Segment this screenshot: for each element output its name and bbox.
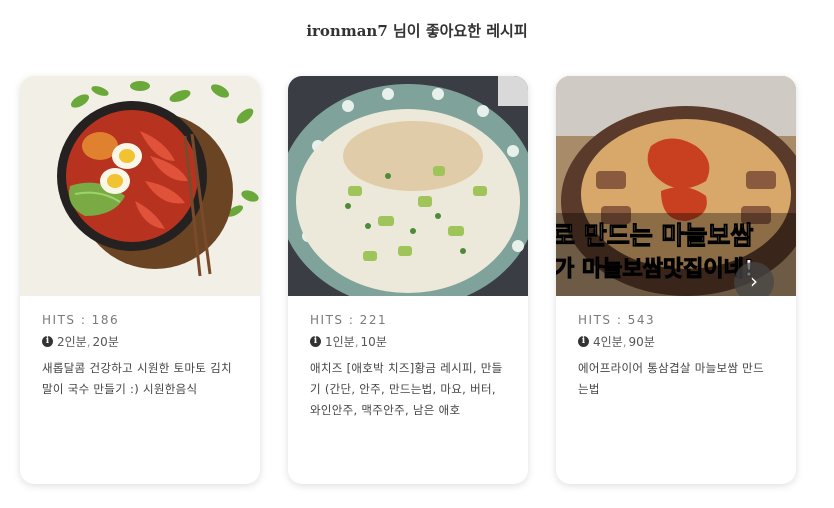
recipe-image[interactable] (20, 76, 260, 296)
recipe-image[interactable] (288, 76, 528, 296)
info-circle-icon: i (310, 336, 321, 347)
cook-time: 90분 (628, 335, 655, 349)
overlay-text-line2: 가 마늘보쌈맛집이네! (556, 257, 754, 282)
recipe-title[interactable]: 에어프라이어 통삼겹살 마늘보쌈 만드는법 (578, 358, 774, 421)
info-circle-icon: i (42, 336, 53, 347)
recipe-title[interactable]: 새롭달콤 건강하고 시원한 토마토 김치말이 국수 만들기 :) 시원한음식 (42, 358, 238, 421)
hits-count: HITS : 186 (42, 313, 120, 327)
recipe-image[interactable]: 로 만드는 마늘보쌈 가 마늘보쌈맛집이네! › (556, 76, 796, 296)
info-circle-icon: i (578, 336, 589, 347)
page-title: ironman7 님이 좋아요한 레시피 (306, 22, 528, 40)
hits-count: HITS : 543 (578, 313, 656, 327)
servings: 4인분 (593, 335, 623, 349)
servings: 2인분 (57, 335, 87, 349)
servings: 1인분 (325, 335, 355, 349)
overlay-text-line1: 로 만드는 마늘보쌈 (556, 221, 753, 250)
recipe-card[interactable]: HITS : 186 i 2인분, 20분 새롭달콤 건강하고 시원한 토마토 … (20, 76, 260, 484)
cook-time: 20분 (92, 335, 119, 349)
recipe-card[interactable]: 로 만드는 마늘보쌈 가 마늘보쌈맛집이네! › HITS : 543 i 4인… (556, 76, 796, 484)
hits-count: HITS : 221 (310, 313, 388, 327)
recipe-card[interactable]: HITS : 221 i 1인분, 10분 애치즈 [애호박 치즈]황금 레시피… (288, 76, 528, 484)
recipe-title[interactable]: 애치즈 [애호박 치즈]황금 레시피, 만들기 (간단, 안주, 만드는법, 마… (310, 358, 506, 421)
chevron-right-icon[interactable]: › (734, 262, 774, 296)
cook-time: 10분 (360, 335, 387, 349)
